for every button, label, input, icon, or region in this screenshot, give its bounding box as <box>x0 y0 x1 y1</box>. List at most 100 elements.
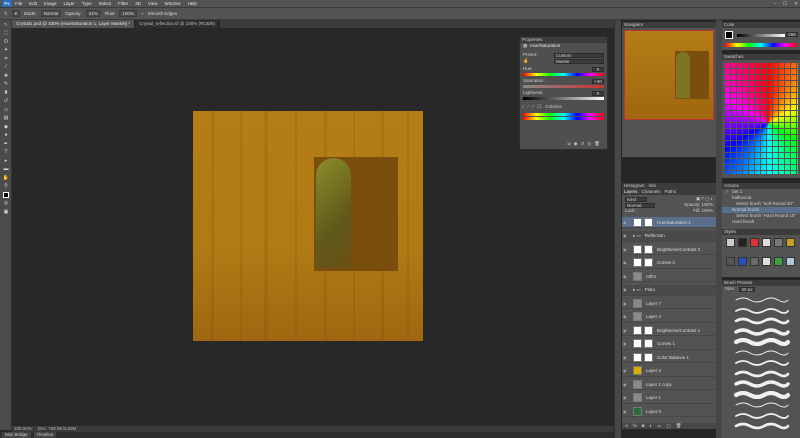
layer-row[interactable]: ◉ Curves 2 <box>622 258 716 269</box>
brush-preset[interactable] <box>726 349 790 357</box>
layer-name[interactable]: Color Balance 1 <box>657 355 689 360</box>
layer-row[interactable]: ◉ Layer 2 <box>622 366 716 377</box>
maximize-button[interactable]: ☐ <box>783 1 787 7</box>
style-swatch[interactable] <box>774 256 783 266</box>
action-item[interactable]: Hard brush <box>732 219 754 225</box>
layer-name[interactable]: Layer 4 <box>646 314 661 319</box>
brush-preset[interactable] <box>726 296 790 304</box>
visibility-eye-icon[interactable]: ◉ <box>623 341 629 346</box>
folder-icon[interactable]: ▸ ▭ <box>633 287 641 293</box>
blur-tool-icon[interactable]: ◆ <box>2 123 10 130</box>
brush-preset[interactable] <box>726 422 790 430</box>
visibility-eye-icon[interactable]: ◉ <box>623 409 629 414</box>
layer-name[interactable]: Brightness/Contrast 1 <box>657 328 700 333</box>
lightness-slider[interactable] <box>523 97 604 100</box>
visibility-eye-icon[interactable]: ◉ <box>623 233 629 238</box>
layer-name[interactable]: Curves 1 <box>657 341 675 346</box>
layer-name[interactable]: Curves 2 <box>657 260 675 265</box>
visibility-eye-icon[interactable]: ◉ <box>623 314 629 319</box>
link-layers-icon[interactable]: ∞ <box>625 423 628 429</box>
foreground-color-swatch[interactable] <box>2 191 10 198</box>
visibility-eye-icon[interactable]: ◉ <box>623 247 629 252</box>
style-swatch[interactable] <box>762 256 771 266</box>
color-value[interactable]: 255 <box>786 32 798 37</box>
menu-edit[interactable]: Edit <box>29 1 37 6</box>
tab-channels[interactable]: Channels <box>642 189 661 195</box>
view-previous-icon[interactable]: ◉ <box>574 141 578 147</box>
brush-preset[interactable] <box>726 317 790 325</box>
brush-preset[interactable] <box>726 359 790 367</box>
layer-row[interactable]: ◉ Curves 1 <box>622 339 716 350</box>
layer-thumbnail[interactable] <box>633 352 642 362</box>
layer-thumbnail[interactable] <box>633 339 642 348</box>
doc-tab-reflection[interactable]: Crystal_reflection.tif @ 100% (RGB/8) <box>135 20 220 28</box>
layer-thumbnail[interactable] <box>633 393 642 402</box>
menu-select[interactable]: Select <box>99 1 112 6</box>
layer-name[interactable]: Layer 2 <box>646 368 661 373</box>
lightness-value[interactable]: 0 <box>592 90 604 96</box>
navigator-thumbnail[interactable] <box>624 30 714 120</box>
layer-name[interactable]: Layer 1 copy <box>646 382 672 387</box>
menu-image[interactable]: Image <box>44 1 57 6</box>
style-grid[interactable] <box>726 238 796 272</box>
layer-row[interactable]: ◉ reflct <box>622 271 716 282</box>
visibility-eye-icon[interactable]: ◉ <box>623 328 629 333</box>
add-mask-icon[interactable]: ◙ <box>642 423 645 429</box>
navigator-tab[interactable]: Navigator <box>622 22 716 28</box>
color-slider[interactable] <box>737 34 785 37</box>
layer-mask-thumbnail[interactable] <box>644 258 653 267</box>
layer-row[interactable]: ◉ Brightness/Contrast 2 <box>622 244 716 255</box>
layer-fill[interactable]: Fill: 100% <box>693 208 713 214</box>
folder-icon[interactable]: ▸ ▭ <box>633 233 641 239</box>
menu-help[interactable]: Help <box>188 1 197 6</box>
layer-name[interactable]: Layer 7 <box>646 301 661 306</box>
brush-tool-icon[interactable]: ✎ <box>2 81 10 88</box>
clone-stamp-tool-icon[interactable]: ♜ <box>2 89 10 96</box>
layer-row[interactable]: ◉ Brightness/Contrast 1 <box>622 325 716 336</box>
visibility-eye-icon[interactable]: ◉ <box>623 260 629 265</box>
tab-paths[interactable]: Paths <box>665 189 677 195</box>
style-swatch[interactable] <box>726 238 735 247</box>
preset-select[interactable]: Custom <box>554 52 604 58</box>
new-adjustment-icon[interactable]: ◐ <box>649 423 652 429</box>
delete-icon[interactable]: 🗑 <box>594 141 600 147</box>
flow-field[interactable]: 100% <box>119 10 137 17</box>
menu-3d[interactable]: 3D <box>135 1 141 6</box>
layer-name[interactable]: reflct <box>646 274 656 279</box>
zoom-tool-icon[interactable]: ⚲ <box>2 183 10 190</box>
style-swatch[interactable] <box>750 256 759 266</box>
swatch-grid[interactable] <box>724 62 798 174</box>
swatches-tab[interactable]: Swatches <box>722 54 800 60</box>
visibility-eye-icon[interactable]: ◉ <box>623 287 629 292</box>
brush-preset[interactable] <box>726 307 790 315</box>
brush-tool-icon[interactable]: ✎ <box>4 11 8 17</box>
visibility-eye-icon[interactable]: ◉ <box>623 301 629 306</box>
brush-size-value[interactable]: 30 px <box>739 286 756 292</box>
tab-timeline[interactable]: Timeline <box>33 432 57 438</box>
visibility-eye-icon[interactable]: ◉ <box>623 395 629 400</box>
eyedropper-plus-icon[interactable]: ⁄ <box>528 104 529 110</box>
screen-mode-icon[interactable]: ▣ <box>2 208 10 215</box>
visibility-eye-icon[interactable]: ◉ <box>623 382 629 387</box>
hand-tool-icon[interactable]: ✋ <box>2 174 10 181</box>
type-tool-icon[interactable]: T <box>2 149 10 156</box>
style-swatch[interactable] <box>762 238 771 247</box>
layer-name[interactable]: Layer 1 <box>646 395 661 400</box>
style-swatch[interactable] <box>786 256 795 266</box>
healing-brush-tool-icon[interactable]: ✚ <box>2 72 10 79</box>
brush-preset[interactable] <box>726 412 790 420</box>
eyedropper-tool-icon[interactable]: ⁄ <box>2 64 10 71</box>
layer-group-row[interactable]: ◉ ▸ ▭ Pluto <box>622 284 716 296</box>
layer-filter-kind[interactable]: Kind <box>625 196 647 202</box>
layer-row[interactable]: ◉ Layer 0 <box>622 406 716 417</box>
reset-icon[interactable]: ↺ <box>581 141 585 147</box>
layer-row[interactable]: ◉ Color Balance 1 <box>622 352 716 363</box>
delete-layer-icon[interactable]: 🗑 <box>676 423 682 429</box>
close-button[interactable]: ✕ <box>794 1 798 7</box>
layer-thumbnail[interactable] <box>633 258 642 267</box>
layer-thumbnail[interactable] <box>633 366 642 375</box>
gradient-tool-icon[interactable]: ▤ <box>2 115 10 122</box>
layer-name[interactable]: Hue/Saturation 1 <box>657 220 691 225</box>
new-layer-icon[interactable]: ▢ <box>666 423 670 429</box>
color-ramp[interactable] <box>725 43 797 47</box>
